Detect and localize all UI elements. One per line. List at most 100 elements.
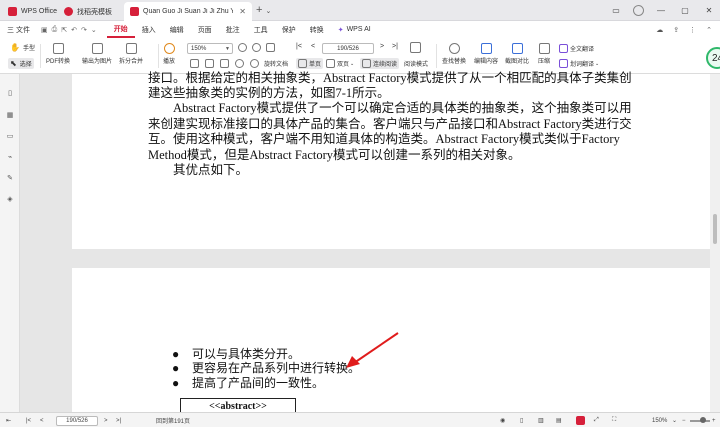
prev-page-button[interactable]: < <box>40 415 44 426</box>
page-number-input[interactable]: 190/526 <box>322 43 374 54</box>
double-page-button[interactable]: 双页 ⌄ <box>326 59 354 68</box>
zoom-slider[interactable] <box>690 415 710 426</box>
menu-wps-ai[interactable]: ✦ WPS AI <box>331 21 378 38</box>
attachment-icon[interactable]: ⌁ <box>5 152 15 162</box>
zoom-in-button[interactable] <box>252 43 261 52</box>
bookmark-icon[interactable]: ▯ <box>5 88 15 98</box>
tab-template[interactable]: 找稻壳模板 <box>58 2 118 21</box>
zoom-in-icon[interactable]: + <box>712 415 716 426</box>
pdf-convert-button[interactable]: PDF转换 <box>46 43 70 65</box>
double-page-view-icon[interactable]: ▥ <box>538 415 544 426</box>
menu-comment[interactable]: 批注 <box>219 21 247 38</box>
select-tool-button[interactable]: ⬉ 选择 <box>8 58 34 69</box>
page-number-value: 190/526 <box>337 45 359 52</box>
read-mode-label: 阅读模式 <box>404 62 429 68</box>
single-page-view-icon[interactable]: ▯ <box>520 415 523 426</box>
hand-tool-button[interactable]: ✋ 手型 <box>10 43 35 52</box>
close-window-icon[interactable]: ✕ <box>702 3 716 17</box>
tab-wps-office[interactable]: WPS Office <box>2 2 63 21</box>
collapse-ribbon-icon[interactable]: ⌃ <box>706 26 712 34</box>
zoom-select[interactable]: 150% ▼ <box>187 43 233 54</box>
continuous-view-icon[interactable]: ▤ <box>556 415 562 426</box>
redo-icon[interactable]: ↷ <box>81 26 87 34</box>
full-translate-button[interactable]: 全文翻译 <box>559 44 594 53</box>
fullscreen-icon[interactable]: ⛶ <box>612 415 616 426</box>
zoom-dropdown-icon[interactable]: ⌄ <box>672 415 677 426</box>
list-item-text: 提高了产品间的一致性。 <box>192 376 325 390</box>
next-page-button[interactable]: > <box>380 43 384 50</box>
first-page-button[interactable]: |< <box>26 415 31 426</box>
edit-content-button[interactable]: 编辑内容 <box>474 43 498 65</box>
menu-start[interactable]: 开始 <box>106 21 135 38</box>
scrollbar-thumb[interactable] <box>713 214 717 244</box>
signature-icon[interactable]: ✎ <box>5 173 15 183</box>
zoom-out-button[interactable] <box>238 43 247 52</box>
find-replace-label: 查找替换 <box>442 59 467 65</box>
view-icon[interactable]: ◉ <box>500 415 505 426</box>
fit-screen-icon[interactable]: ⤢ <box>594 415 599 426</box>
cloud-sync-icon[interactable]: ☁ <box>656 26 663 34</box>
rotate-document-button[interactable]: 旋转文档 <box>264 59 288 68</box>
new-tab-icon[interactable]: + ⌄ <box>256 4 271 16</box>
rotate-left-icon <box>235 59 244 68</box>
save-icon[interactable]: ▣ <box>41 26 48 34</box>
search-icon <box>448 43 460 54</box>
menu-edit[interactable]: 编辑 <box>163 21 191 38</box>
fit-width-button[interactable] <box>266 43 275 52</box>
more-icon[interactable]: ⌄ <box>91 26 97 34</box>
menu-convert[interactable]: 转换 <box>303 21 331 38</box>
menu-page[interactable]: 页面 <box>191 21 219 38</box>
single-page-button[interactable]: 单页 <box>296 58 324 69</box>
comment-icon[interactable]: ▭ <box>5 131 15 141</box>
export-image-button[interactable]: 输出为图片 <box>82 43 112 65</box>
menu-protect[interactable]: 保护 <box>275 21 303 38</box>
actual-size-button[interactable] <box>220 59 229 68</box>
edit-content-label: 编辑内容 <box>474 59 499 65</box>
avatar-icon[interactable] <box>633 4 644 16</box>
print-icon[interactable]: ⎙ <box>52 26 58 34</box>
undo-icon[interactable]: ↶ <box>71 26 77 34</box>
share-icon[interactable]: ⇪ <box>673 26 679 34</box>
layout-icon[interactable]: ▭ <box>609 3 623 17</box>
rotate-left-button[interactable] <box>235 59 244 68</box>
compress-button[interactable]: 压缩 <box>538 43 550 65</box>
play-button[interactable]: 播放 <box>163 43 175 65</box>
maximize-icon[interactable]: ▢ <box>678 3 692 17</box>
read-mode-button-top[interactable] <box>410 42 421 53</box>
minimize-icon[interactable]: — <box>654 3 668 17</box>
export-icon[interactable]: ⇱ <box>61 26 67 34</box>
more-options-icon[interactable]: ⋮ <box>689 26 696 34</box>
rotate-right-button[interactable] <box>250 59 259 68</box>
last-page-button[interactable]: >| <box>116 415 121 426</box>
back-to-page-link[interactable]: 回到第191页 <box>156 415 190 426</box>
sidebar-toggle-icon[interactable]: ⇤ <box>6 415 11 426</box>
zoom-out-icon[interactable]: − <box>682 415 686 426</box>
prev-page-button[interactable]: < <box>311 43 315 50</box>
split-merge-button[interactable]: 拆分合并 <box>119 43 143 65</box>
ai-label: WPS AI <box>346 26 371 33</box>
word-translate-button[interactable]: 划词翻译 ⌄ <box>559 59 599 68</box>
thumbnail-icon[interactable]: ▦ <box>5 110 15 120</box>
menu-tools[interactable]: 工具 <box>247 21 275 38</box>
read-mode-icon[interactable] <box>576 415 585 426</box>
file-menu[interactable]: 三 文件 <box>0 21 37 38</box>
next-page-button[interactable]: > <box>104 415 108 426</box>
read-mode-button[interactable]: 阅读模式 <box>404 59 428 68</box>
zoom-level[interactable]: 150% <box>652 415 667 426</box>
chevron-down-icon: ⌄ <box>595 60 600 67</box>
close-tab-icon[interactable]: ✕ <box>239 7 246 16</box>
list-item: ● 可以与具体类分开。 <box>172 347 300 362</box>
vertical-scrollbar[interactable] <box>710 74 720 412</box>
floating-badge[interactable]: 24 <box>706 47 720 69</box>
tab-document[interactable]: Quan Guo Ji Suan Ji Ji Zhu Yu R ✕ <box>124 2 252 21</box>
crop-button[interactable] <box>190 59 199 68</box>
last-page-button[interactable]: >| <box>392 43 398 50</box>
fit-page-button[interactable] <box>205 59 214 68</box>
continuous-read-button[interactable]: 连续阅读 <box>360 58 400 69</box>
screenshot-compare-button[interactable]: 截图对比 <box>505 43 529 65</box>
find-replace-button[interactable]: 查找替换 <box>442 43 466 65</box>
layers-icon[interactable]: ◈ <box>5 194 15 204</box>
menu-insert[interactable]: 插入 <box>135 21 163 38</box>
first-page-button[interactable]: |< <box>296 43 302 50</box>
page-number-field[interactable]: 190/526 <box>56 415 98 426</box>
